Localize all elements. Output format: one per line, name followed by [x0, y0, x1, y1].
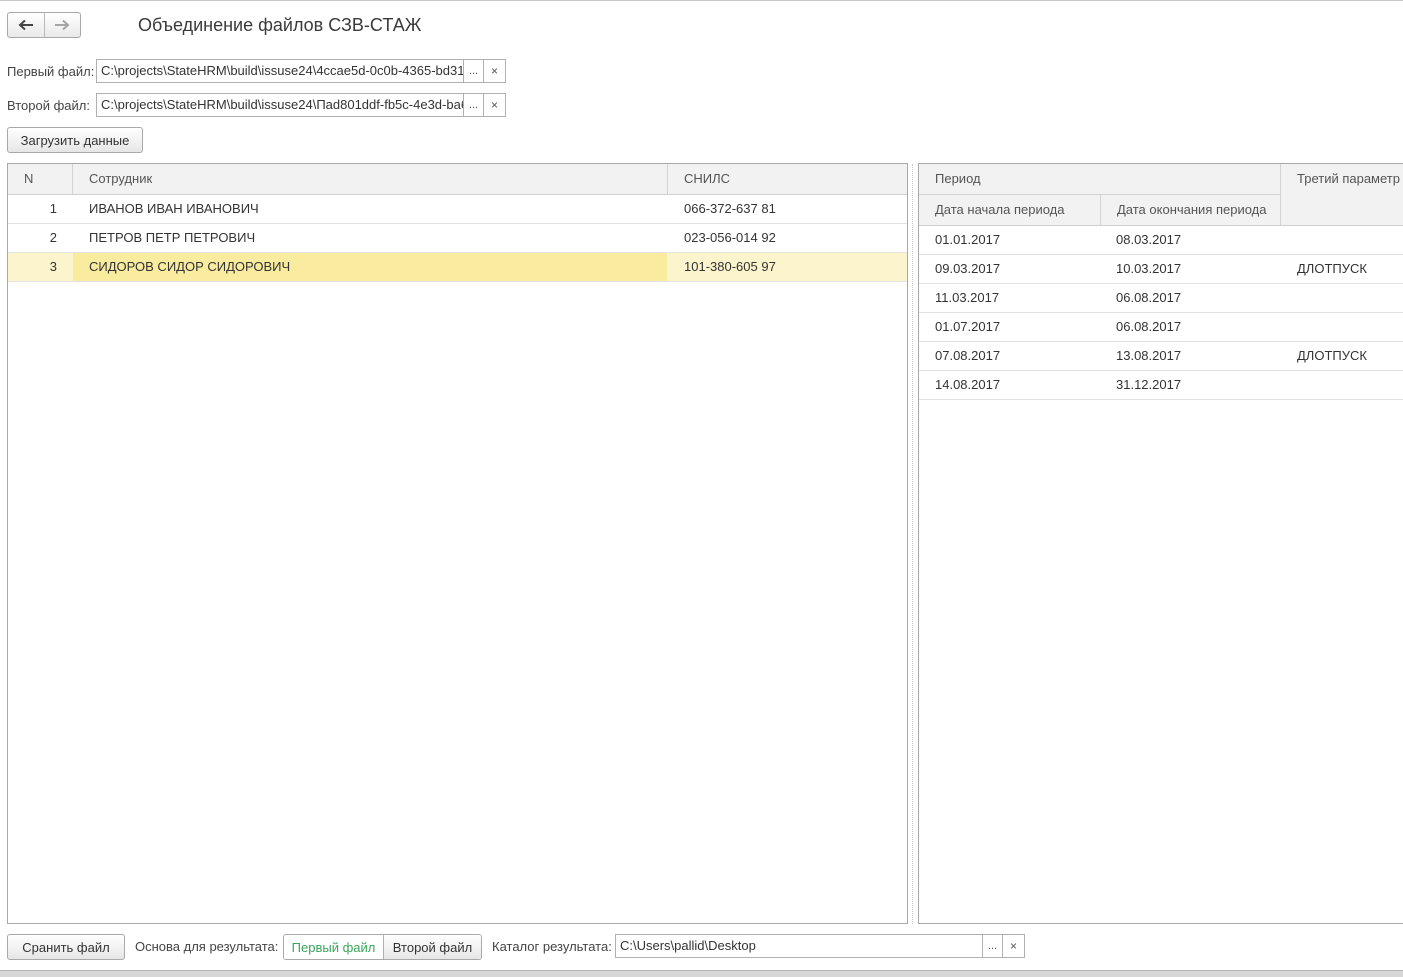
- back-button[interactable]: [8, 13, 44, 37]
- employee-snils: 066-372-637 81: [684, 201, 776, 216]
- period-start: 01.01.2017: [935, 232, 1001, 247]
- column-header-n[interactable]: N: [8, 164, 72, 194]
- forward-button[interactable]: [43, 13, 80, 37]
- period-third-param: ДЛОТПУСК: [1297, 261, 1367, 276]
- second-file-label: Второй файл:: [7, 98, 90, 113]
- row-number: 2: [49, 230, 57, 245]
- arrow-right-icon: [55, 19, 70, 31]
- column-header-period-start[interactable]: Дата начала периода: [919, 195, 1100, 226]
- employee-snils: 023-056-014 92: [684, 230, 776, 245]
- period-third-param: ДЛОТПУСК: [1297, 348, 1367, 363]
- load-data-button[interactable]: Загрузить данные: [7, 127, 143, 153]
- column-header-third-param[interactable]: Третий параметр и: [1281, 164, 1403, 194]
- column-header-employee[interactable]: Сотрудник: [73, 164, 667, 194]
- basis-switch: Первый файл Второй файл: [283, 934, 482, 960]
- table-row[interactable]: 2 ПЕТРОВ ПЕТР ПЕТРОВИЧ 023-056-014 92: [8, 224, 907, 253]
- employees-table-header: N Сотрудник СНИЛС: [8, 164, 907, 195]
- period-start: 01.07.2017: [935, 319, 1001, 334]
- period-start: 07.08.2017: [935, 348, 1001, 363]
- column-group-period[interactable]: Период: [919, 164, 1280, 194]
- second-file-input[interactable]: C:\projects\StateHRM\build\issuse24\Пad8…: [96, 93, 464, 117]
- second-file-clear-button[interactable]: ×: [483, 93, 506, 117]
- arrow-left-icon: [18, 19, 33, 31]
- column-header-snils[interactable]: СНИЛС: [668, 164, 907, 194]
- row-number: 1: [49, 201, 57, 216]
- employee-name: СИДОРОВ СИДОР СИДОРОВИЧ: [73, 253, 667, 281]
- table-row[interactable]: 14.08.2017 31.12.2017: [919, 371, 1403, 400]
- table-row[interactable]: 09.03.2017 10.03.2017 ДЛОТПУСК: [919, 255, 1403, 284]
- employee-name: ИВАНОВ ИВАН ИВАНОВИЧ: [89, 201, 259, 216]
- table-row[interactable]: 01.01.2017 08.03.2017: [919, 226, 1403, 255]
- employee-snils: 101-380-605 97: [684, 259, 776, 274]
- catalog-input[interactable]: C:\Users\pallid\Desktop: [615, 934, 983, 958]
- window-top-border: [0, 0, 1403, 1]
- table-row-selected[interactable]: 3 СИДОРОВ СИДОР СИДОРОВИЧ 101-380-605 97: [8, 253, 907, 282]
- period-end: 06.08.2017: [1116, 319, 1182, 334]
- navigation-buttons: [7, 12, 81, 38]
- catalog-label: Каталог результата:: [492, 939, 612, 954]
- basis-option-second-file[interactable]: Второй файл: [383, 935, 481, 959]
- table-row[interactable]: 1 ИВАНОВ ИВАН ИВАНОВИЧ 066-372-637 81: [8, 195, 907, 224]
- employee-name: ПЕТРОВ ПЕТР ПЕТРОВИЧ: [89, 230, 256, 245]
- basis-option-first-file[interactable]: Первый файл: [284, 935, 383, 959]
- row-number: 3: [49, 259, 57, 274]
- period-end: 10.03.2017: [1116, 261, 1182, 276]
- table-row[interactable]: 07.08.2017 13.08.2017 ДЛОТПУСК: [919, 342, 1403, 371]
- period-start: 11.03.2017: [935, 290, 1000, 305]
- periods-table: Период Дата начала периода Дата окончани…: [918, 163, 1403, 924]
- first-file-label: Первый файл:: [7, 64, 95, 79]
- periods-table-header: Период Дата начала периода Дата окончани…: [919, 164, 1403, 226]
- table-row[interactable]: 11.03.2017 06.08.2017: [919, 284, 1403, 313]
- period-start: 14.08.2017: [935, 377, 1001, 392]
- period-end: 13.08.2017: [1116, 348, 1182, 363]
- catalog-clear-button[interactable]: ×: [1002, 934, 1025, 958]
- period-end: 08.03.2017: [1116, 232, 1182, 247]
- period-end: 31.12.2017: [1116, 377, 1182, 392]
- catalog-browse-button[interactable]: ...: [982, 934, 1003, 958]
- period-end: 06.08.2017: [1116, 290, 1182, 305]
- panel-splitter[interactable]: [912, 164, 913, 924]
- save-file-button[interactable]: Сранить файл: [7, 934, 125, 960]
- table-row[interactable]: 01.07.2017 06.08.2017: [919, 313, 1403, 342]
- first-file-input[interactable]: C:\projects\StateHRM\build\issuse24\4cca…: [96, 59, 464, 83]
- window-bottom-edge: [0, 970, 1403, 977]
- basis-label: Основа для результата:: [135, 939, 279, 954]
- period-start: 09.03.2017: [935, 261, 1001, 276]
- first-file-clear-button[interactable]: ×: [483, 59, 506, 83]
- second-file-browse-button[interactable]: ...: [463, 93, 484, 117]
- column-header-period-end[interactable]: Дата окончания периода: [1101, 195, 1280, 226]
- page-title: Объединение файлов СЗВ-СТАЖ: [138, 15, 422, 35]
- first-file-browse-button[interactable]: ...: [463, 59, 484, 83]
- employees-table: N Сотрудник СНИЛС 1 ИВАНОВ ИВАН ИВАНОВИЧ…: [7, 163, 908, 924]
